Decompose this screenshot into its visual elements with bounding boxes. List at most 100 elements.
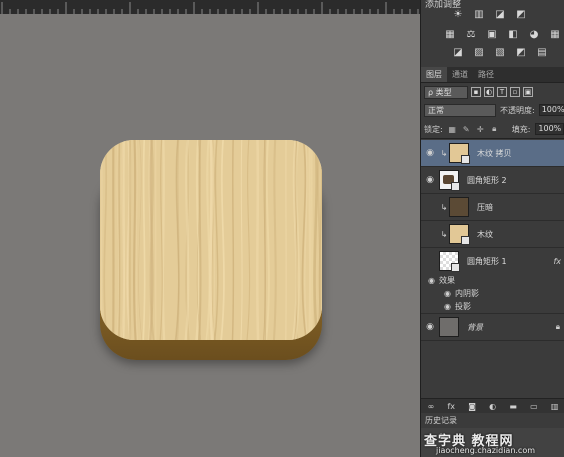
layer-thumbnail <box>439 317 459 337</box>
horizontal-ruler <box>0 0 420 15</box>
clip-arrow-icon: ↳ <box>440 148 448 158</box>
opacity-input[interactable]: 100% <box>538 104 564 116</box>
layer-row[interactable]: ↳ 压暗 <box>421 194 564 221</box>
adjustments-row-3: ◪ ▨ ▧ ◩ ▤ <box>451 47 549 59</box>
layer-name[interactable]: 压暗 <box>477 202 493 213</box>
visibility-eye-icon[interactable]: ◉ <box>421 148 439 158</box>
gradient-map-icon[interactable]: ▤ <box>535 47 549 59</box>
fill-input[interactable]: 100% <box>535 123 564 135</box>
exposure-icon[interactable]: ◩ <box>514 9 528 21</box>
lock-all-icon[interactable]: 🔒︎ <box>490 124 499 134</box>
layer-filter-row: ρ 类型 ▪ ◐ T ▫ ▣ <box>421 84 564 100</box>
effect-item[interactable]: ◉ 内阴影 <box>421 287 564 300</box>
layer-thumbnail <box>449 224 470 245</box>
channel-mixer-icon[interactable]: ▦ <box>548 29 562 41</box>
wood-grain-line <box>284 140 287 340</box>
color-balance-icon[interactable]: ▣ <box>485 29 499 41</box>
visibility-eye-icon[interactable]: ◉ <box>421 302 451 311</box>
photo-filter-icon[interactable]: ◕ <box>527 29 541 41</box>
layer-thumbnail <box>449 143 470 164</box>
layer-lock-icon: 🔒︎ <box>555 322 560 331</box>
lock-row: 锁定: ▦ ✎ ✛ 🔒︎ 填充: 100% <box>421 122 564 136</box>
layer-name[interactable]: 木纹 <box>477 229 493 240</box>
adjustments-row-2: ▦ ⚖ ▣ ◧ ◕ ▦ <box>443 29 562 41</box>
fill-label: 填充: <box>511 124 531 134</box>
blend-mode-dropdown[interactable]: 正常 <box>424 103 496 117</box>
wood-grain-line <box>161 140 166 340</box>
filter-type-icon[interactable]: T <box>497 87 507 97</box>
tab-layers[interactable]: 图层 <box>421 67 447 82</box>
layer-thumbnail <box>439 251 460 272</box>
icon-wood-face <box>100 140 322 340</box>
vibrance-icon[interactable]: ▦ <box>443 29 457 41</box>
layer-name[interactable]: 圆角矩形 1 <box>467 256 507 267</box>
layer-thumbnail <box>439 170 460 191</box>
folder-icon[interactable]: ▬ <box>509 402 517 411</box>
curves-icon[interactable]: ◪ <box>493 9 507 21</box>
new-layer-icon[interactable]: ▭ <box>530 402 538 411</box>
trash-icon[interactable]: ▥ <box>551 402 559 411</box>
hue-saturation-icon[interactable]: ⚖ <box>464 29 478 41</box>
tab-channels[interactable]: 通道 <box>447 67 473 82</box>
brightness-icon[interactable]: ☀ <box>451 9 465 21</box>
wood-grain-line <box>255 140 260 340</box>
layer-row[interactable]: ◉ ↳ 木纹 拷贝 <box>421 140 564 167</box>
tab-paths[interactable]: 路径 <box>473 67 499 82</box>
lock-transparent-icon[interactable]: ▦ <box>448 125 457 134</box>
clip-arrow-icon: ↳ <box>440 202 448 212</box>
adjustment-icon[interactable]: ◐ <box>489 402 496 411</box>
wood-grain-line <box>231 140 235 340</box>
visibility-eye-icon[interactable]: ◉ <box>421 175 439 185</box>
mask-icon[interactable]: ◙ <box>468 402 476 411</box>
wood-grain-line <box>209 140 214 340</box>
wood-grain-line <box>128 140 132 340</box>
effect-item[interactable]: ◉ 投影 <box>421 300 564 314</box>
blend-row: 正常 不透明度: 100% <box>421 103 564 117</box>
posterize-icon[interactable]: ▨ <box>472 47 486 59</box>
selective-color-icon[interactable]: ◩ <box>514 47 528 59</box>
right-panel: 添加调整 ☀ ▥ ◪ ◩ ▦ ⚖ ▣ ◧ ◕ ▦ ◪ ▨ ▧ ◩ ▤ 图层 通道… <box>420 0 564 457</box>
layer-thumbnail <box>449 197 469 217</box>
black-white-icon[interactable]: ◧ <box>506 29 520 41</box>
layer-fx-icon[interactable]: fx <box>553 257 561 266</box>
opacity-label: 不透明度: <box>500 105 535 115</box>
visibility-eye-icon[interactable]: ◉ <box>421 289 451 298</box>
clip-arrow-icon: ↳ <box>440 229 448 239</box>
history-panel-title: 历史记录 <box>425 416 457 425</box>
filter-type-dropdown[interactable]: ρ 类型 <box>424 85 468 99</box>
wood-app-icon <box>100 140 322 362</box>
filter-shape-icon[interactable]: ▫ <box>510 87 520 97</box>
layer-row[interactable]: ◉ 背景 🔒︎ <box>421 314 564 341</box>
effects-label: 效果 <box>439 276 455 285</box>
filter-pixel-icon[interactable]: ▪ <box>471 87 481 97</box>
lock-position-icon[interactable]: ✛ <box>476 125 485 134</box>
layers-divider <box>421 138 564 139</box>
shape-layer-icon <box>451 182 460 191</box>
document-canvas[interactable] <box>0 0 420 457</box>
visibility-eye-icon[interactable]: ◉ <box>421 322 439 332</box>
layer-name[interactable]: 圆角矩形 2 <box>467 175 507 186</box>
link-icon[interactable]: ∞ <box>428 402 435 411</box>
filter-adjustment-icon[interactable]: ◐ <box>484 87 494 97</box>
effects-group[interactable]: ◉ 效果 <box>421 274 564 287</box>
filter-smart-icon[interactable]: ▣ <box>523 87 533 97</box>
fx-icon[interactable]: fx <box>447 402 455 411</box>
wood-grain-line <box>100 140 103 340</box>
visibility-eye-icon[interactable]: ◉ <box>421 276 435 285</box>
effect-drop-shadow: 投影 <box>455 302 471 311</box>
layer-row[interactable]: ↳ 木纹 <box>421 221 564 248</box>
levels-icon[interactable]: ▥ <box>472 9 486 21</box>
layer-row[interactable]: ◉ 圆角矩形 2 <box>421 167 564 194</box>
lock-pixels-icon[interactable]: ✎ <box>462 125 471 134</box>
wood-grain-line <box>308 140 312 340</box>
layer-row[interactable]: 圆角矩形 1 fx <box>421 248 564 274</box>
wood-grain-line <box>311 140 313 340</box>
shape-layer-icon <box>451 263 460 272</box>
invert-icon[interactable]: ◪ <box>451 47 465 59</box>
threshold-icon[interactable]: ▧ <box>493 47 507 59</box>
smart-object-icon <box>461 236 470 245</box>
layer-name[interactable]: 木纹 拷贝 <box>477 148 512 159</box>
effect-inner-shadow: 内阴影 <box>455 289 479 298</box>
layer-name[interactable]: 背景 <box>467 322 483 333</box>
adjustments-row-1: ☀ ▥ ◪ ◩ <box>451 9 528 21</box>
